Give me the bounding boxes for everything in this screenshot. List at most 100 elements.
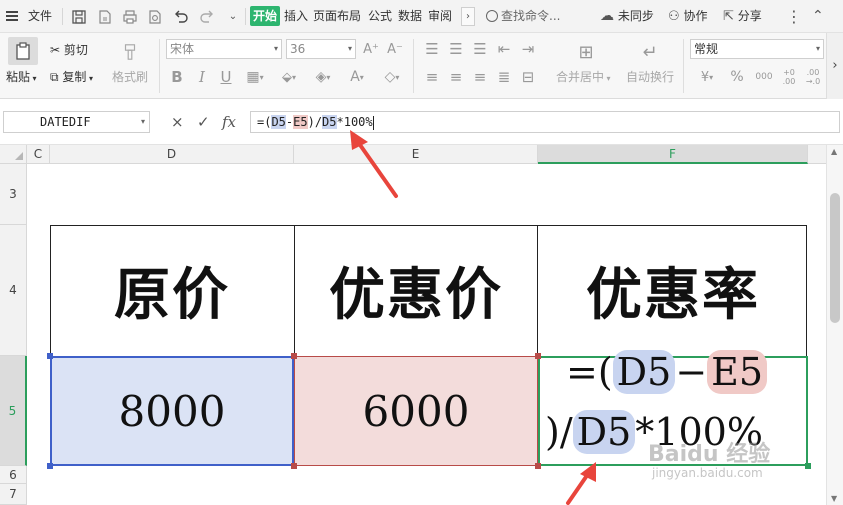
row-header-4[interactable]: 4 — [0, 225, 27, 356]
save-icon[interactable] — [70, 8, 88, 25]
print-preview-icon[interactable] — [146, 8, 164, 25]
redo-icon[interactable] — [198, 8, 216, 25]
print-icon[interactable] — [121, 8, 139, 25]
align-left-icon[interactable]: ≡ — [422, 66, 442, 88]
wrap-text-button[interactable]: 自动换行 — [626, 68, 674, 85]
scissors-icon: ✂ — [50, 43, 61, 57]
selection-handle[interactable] — [47, 463, 53, 469]
align-top-icon[interactable]: ☰ — [422, 39, 442, 59]
tab-data[interactable]: 数据 — [398, 0, 422, 33]
font-name-select[interactable]: 宋体 ▾ — [166, 39, 282, 59]
decrease-indent-icon[interactable]: ⇤ — [494, 39, 514, 59]
tab-start[interactable]: 开始 — [250, 6, 280, 26]
collaborate-button[interactable]: ⚇ 协作 — [668, 0, 708, 33]
copy-button[interactable]: ⧉ 复制 ▾ — [50, 68, 93, 85]
font-color-icon[interactable]: A ▾ — [344, 66, 370, 88]
cut-button[interactable]: ✂ 剪切 — [50, 41, 88, 58]
selection-handle[interactable] — [535, 463, 541, 469]
row-header-6[interactable]: 6 — [0, 466, 27, 484]
align-bottom-icon[interactable]: ☰ — [470, 39, 490, 59]
formula-ref-d5: D5 — [572, 410, 636, 454]
selection-handle[interactable] — [535, 353, 541, 359]
quick-access-dropdown-icon[interactable]: ⌄ — [224, 8, 242, 25]
bold-icon[interactable]: B — [168, 66, 186, 88]
decrease-decimal-icon[interactable]: .00 →.0 — [802, 66, 824, 88]
increase-font-icon[interactable]: A⁺ — [362, 39, 380, 59]
file-menu[interactable]: 文件 — [28, 0, 52, 33]
export-pdf-icon[interactable] — [96, 8, 114, 25]
clear-format-icon[interactable]: ◇ ▾ — [378, 66, 406, 88]
format-painter-button[interactable]: 格式刷 — [112, 68, 148, 85]
justify-icon[interactable]: ≣ — [494, 66, 514, 88]
insert-function-icon[interactable]: fx — [222, 111, 236, 133]
column-header-e[interactable]: E — [294, 145, 538, 164]
menu-icon[interactable] — [6, 11, 18, 21]
underline-icon[interactable]: U — [217, 66, 235, 88]
selection-handle[interactable] — [291, 353, 297, 359]
accept-icon[interactable]: ✓ — [197, 111, 210, 133]
tab-review[interactable]: 审阅 — [428, 0, 452, 33]
format-painter-icon — [118, 39, 142, 65]
percent-icon[interactable]: % — [727, 66, 747, 88]
collapse-ribbon-icon[interactable]: ⌃ — [812, 0, 824, 33]
cell-f4[interactable]: 优惠率 — [538, 225, 808, 356]
command-search[interactable]: 查找命令... — [486, 0, 560, 33]
tab-formulas[interactable]: 公式 — [368, 0, 392, 33]
cell-e5[interactable]: 6000 — [294, 356, 538, 466]
merge-center-button[interactable]: 合并居中 ▾ — [556, 68, 611, 85]
cell-d5[interactable]: 8000 — [50, 356, 294, 466]
paste-button[interactable]: 粘贴 ▾ — [6, 68, 37, 85]
column-header-d[interactable]: D — [50, 145, 294, 164]
row-header-7[interactable]: 7 — [0, 484, 27, 505]
row-header-3[interactable]: 3 — [0, 164, 27, 225]
italic-icon[interactable]: I — [193, 66, 211, 88]
decrease-font-icon[interactable]: A⁻ — [386, 39, 404, 59]
increase-decimal-icon[interactable]: +0 .00 — [778, 66, 800, 88]
increase-indent-icon[interactable]: ⇥ — [518, 39, 538, 59]
search-input: 查找命令... — [501, 9, 561, 23]
sync-status[interactable]: ☁ 未同步 — [600, 0, 654, 33]
cell-d4[interactable]: 原价 — [50, 225, 294, 356]
more-tabs-button[interactable]: › — [461, 7, 475, 26]
number-format-select[interactable]: 常规 ▾ — [690, 39, 824, 59]
cell-style-icon[interactable]: ◈ ▾ — [310, 66, 336, 88]
more-options-icon[interactable]: ⋮ — [786, 0, 802, 33]
formula-ref-d5: D5 — [271, 115, 286, 129]
formula-ref-d5: D5 — [612, 350, 676, 394]
tab-page-layout[interactable]: 页面布局 — [313, 0, 361, 33]
select-all-corner[interactable] — [0, 145, 27, 164]
tab-insert[interactable]: 插入 — [284, 0, 308, 33]
scrollbar-thumb[interactable] — [830, 193, 840, 323]
align-middle-icon[interactable]: ☰ — [446, 39, 466, 59]
text-caret — [372, 115, 374, 130]
scroll-up-icon[interactable]: ▲ — [831, 147, 837, 156]
share-button[interactable]: ⇱ 分享 — [723, 0, 762, 33]
undo-icon[interactable] — [172, 8, 190, 25]
fill-handle[interactable] — [805, 463, 811, 469]
currency-icon[interactable]: ¥ ▾ — [695, 66, 719, 88]
column-header-f[interactable]: F — [538, 145, 808, 164]
selection-handle[interactable] — [47, 353, 53, 359]
fill-color-icon[interactable]: ⬙ ▾ — [276, 66, 302, 88]
formula-input[interactable]: =(D5-E5)/D5*100% — [250, 111, 840, 133]
cell-e4[interactable]: 优惠价 — [294, 225, 538, 356]
ribbon-scroll-right-icon[interactable]: › — [826, 33, 843, 99]
column-header-g[interactable] — [808, 145, 826, 164]
column-header-c[interactable]: C — [27, 145, 50, 164]
ribbon: 粘贴 ▾ ✂ 剪切 ⧉ 复制 ▾ 格式刷 宋体 ▾ 36 ▾ A⁺ A⁻ B I U… — [0, 33, 843, 99]
scroll-down-icon[interactable]: ▼ — [831, 494, 837, 503]
name-box[interactable]: DATEDIF ▾ — [3, 111, 150, 133]
align-center-icon[interactable]: ≡ — [446, 66, 466, 88]
wrap-text-icon: ↵ — [642, 41, 658, 63]
thousands-separator-icon[interactable]: 000 — [752, 66, 776, 88]
vertical-scrollbar[interactable]: ▲ ▼ — [826, 145, 843, 505]
cloud-icon: ☁ — [600, 8, 614, 24]
clipboard-icon[interactable] — [8, 37, 38, 65]
align-right-icon[interactable]: ≡ — [470, 66, 490, 88]
selection-handle[interactable] — [291, 463, 297, 469]
borders-icon[interactable]: ▦ ▾ — [242, 66, 268, 88]
cancel-icon[interactable]: × — [171, 111, 184, 133]
row-header-5[interactable]: 5 — [0, 356, 27, 466]
font-size-select[interactable]: 36 ▾ — [286, 39, 356, 59]
distribute-icon[interactable]: ⊟ — [518, 66, 538, 88]
